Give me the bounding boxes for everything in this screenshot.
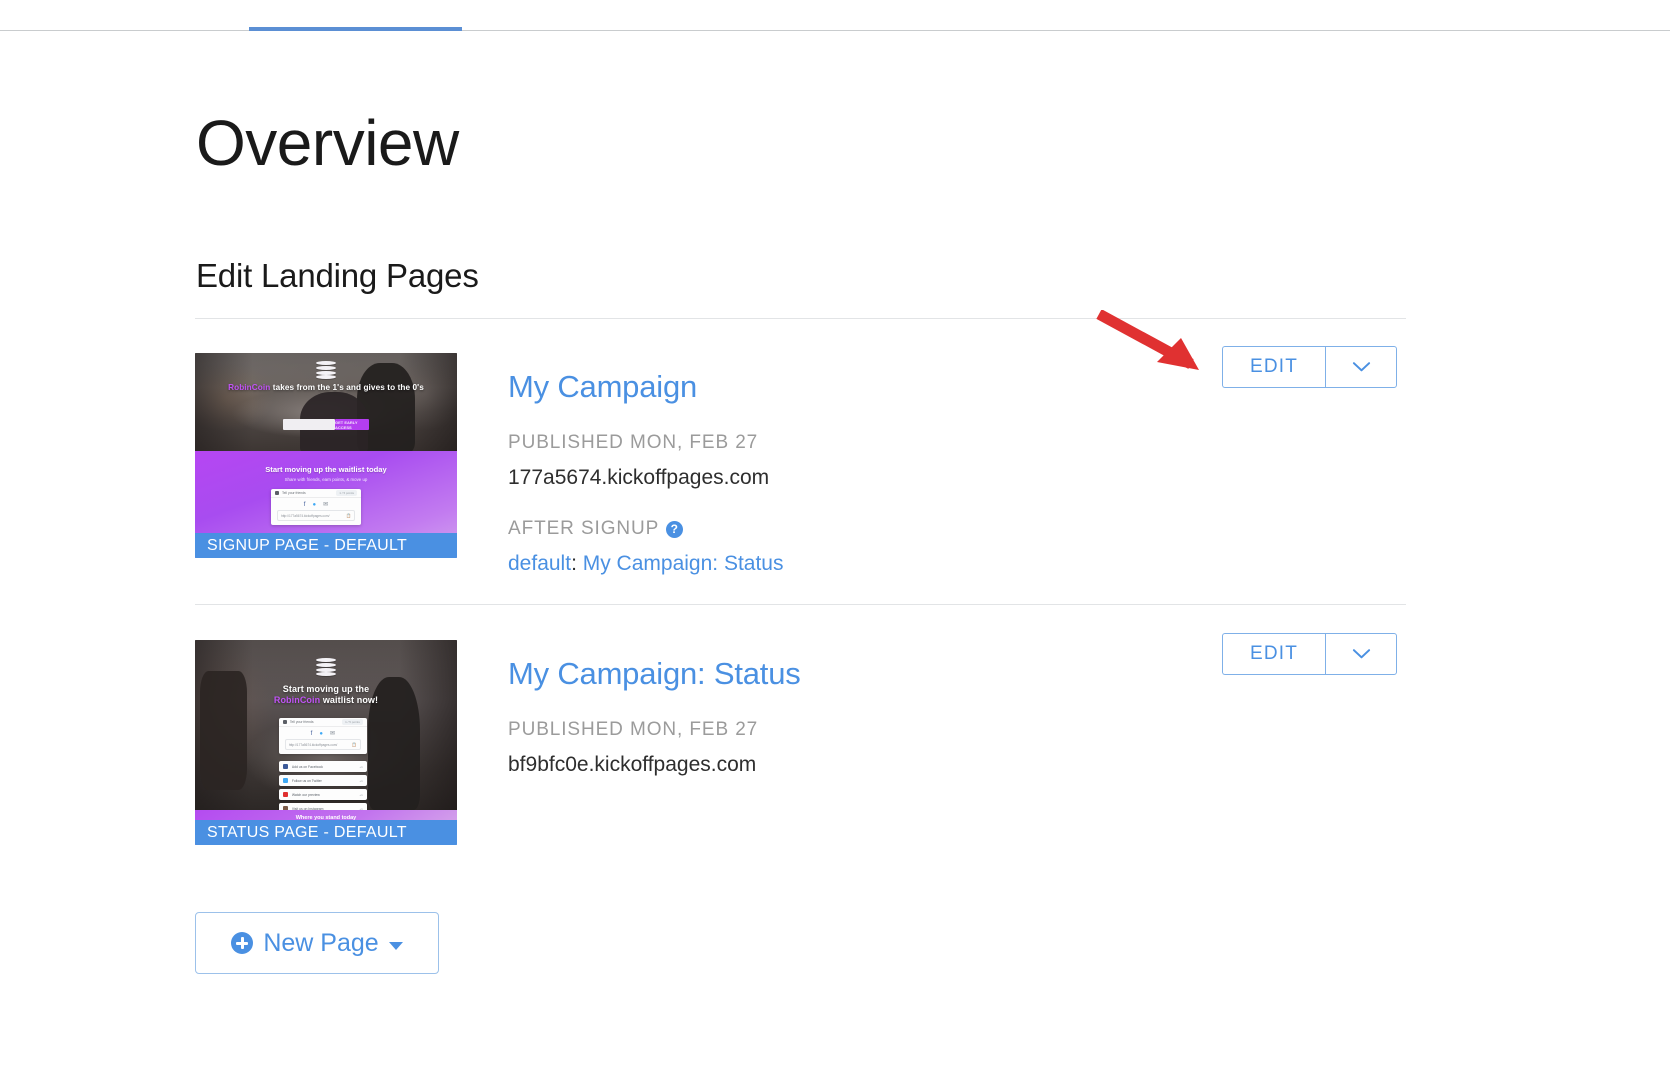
page-actions: EDIT <box>1222 633 1397 675</box>
coins-icon <box>316 658 336 676</box>
edit-dropdown-button[interactable] <box>1325 346 1397 388</box>
published-date: PUBLISHED MON, FEB 27 <box>508 432 759 453</box>
thumb-option-row: Watch our preview +1 <box>278 789 367 800</box>
card-icon <box>282 720 287 724</box>
thumb-option-row: Follow us on Twitter +1 <box>278 775 367 786</box>
thumb-sub-sub: Share with friends, earn points, & move … <box>284 477 368 482</box>
chevron-down-icon <box>1352 649 1370 659</box>
edit-dropdown-button[interactable] <box>1325 633 1397 675</box>
plus-circle-icon <box>231 932 254 954</box>
page-title: Overview <box>196 107 459 179</box>
thumb-option-row: Add us on Facebook +1 <box>278 761 367 772</box>
after-signup-label: AFTER SIGNUP ? <box>508 518 684 540</box>
twitter-icon: ● <box>312 502 317 508</box>
thumb-headline: Start moving up the RobinCoin waitlist n… <box>273 684 379 706</box>
after-signup-target-link[interactable]: My Campaign: Status <box>583 552 784 575</box>
after-signup-key-link[interactable]: default <box>508 552 571 575</box>
card-icon <box>274 491 279 495</box>
facebook-icon: f <box>310 731 313 737</box>
page-name-link[interactable]: My Campaign: Status <box>508 656 801 691</box>
thumb-share-card: Tell your friends 1 / 5 points f ● ✉ htt… <box>270 489 361 525</box>
thumb-headline: RobinCoin takes from the 1's and gives t… <box>228 383 424 392</box>
email-icon: ✉ <box>323 502 329 508</box>
coins-icon <box>316 361 336 379</box>
page-thumbnail-status[interactable]: Start moving up the RobinCoin waitlist n… <box>195 640 457 845</box>
page-domain: bf9bfc0e.kickoffpages.com <box>508 753 757 776</box>
tab-bar <box>0 0 1670 31</box>
new-page-button[interactable]: New Page <box>195 912 439 974</box>
youtube-icon <box>282 792 288 797</box>
page-thumbnail-signup[interactable]: RobinCoin takes from the 1's and gives t… <box>195 353 457 558</box>
thumb-sub-headline: Start moving up the waitlist today <box>265 465 387 474</box>
twitter-icon: ● <box>319 731 323 737</box>
red-arrow-icon <box>1096 310 1199 370</box>
new-page-label: New Page <box>263 928 379 957</box>
published-date: PUBLISHED MON, FEB 27 <box>508 719 759 740</box>
thumb-share-card: Tell your friends 1 / 5 points f ● ✉ htt… <box>278 718 367 754</box>
copy-icon: 📋 <box>351 742 357 747</box>
twitter-icon <box>282 778 288 783</box>
overview-page: Overview Edit Landing Pages RobinCoin ta… <box>0 0 1670 1090</box>
thumb-email-field <box>283 419 335 430</box>
caret-down-icon <box>388 941 403 950</box>
help-icon[interactable]: ? <box>666 520 684 538</box>
facebook-icon: f <box>303 502 306 508</box>
page-actions: EDIT <box>1222 346 1397 388</box>
copy-icon: 📋 <box>345 513 351 518</box>
tab-active-indicator <box>249 27 462 31</box>
thumbnail-badge: SIGNUP PAGE - DEFAULT <box>195 533 457 558</box>
email-icon: ✉ <box>329 731 335 737</box>
thumb-submit-button: GET EARLY ACCESS <box>335 419 369 430</box>
divider-middle <box>195 604 1406 605</box>
thumb-option-row: Visit us on Instagram +1 <box>278 803 367 810</box>
page-name-link[interactable]: My Campaign <box>508 369 697 404</box>
thumbnail-badge: STATUS PAGE - DEFAULT <box>195 820 457 845</box>
facebook-icon <box>282 764 288 769</box>
page-domain: 177a5674.kickoffpages.com <box>508 466 770 489</box>
chevron-down-icon <box>1352 362 1370 372</box>
edit-button[interactable]: EDIT <box>1222 633 1325 675</box>
edit-button[interactable]: EDIT <box>1222 346 1325 388</box>
section-title: Edit Landing Pages <box>196 257 479 294</box>
after-signup-target: default: My Campaign: Status <box>508 552 784 575</box>
thumb-signup-form: GET EARLY ACCESS <box>283 419 369 430</box>
